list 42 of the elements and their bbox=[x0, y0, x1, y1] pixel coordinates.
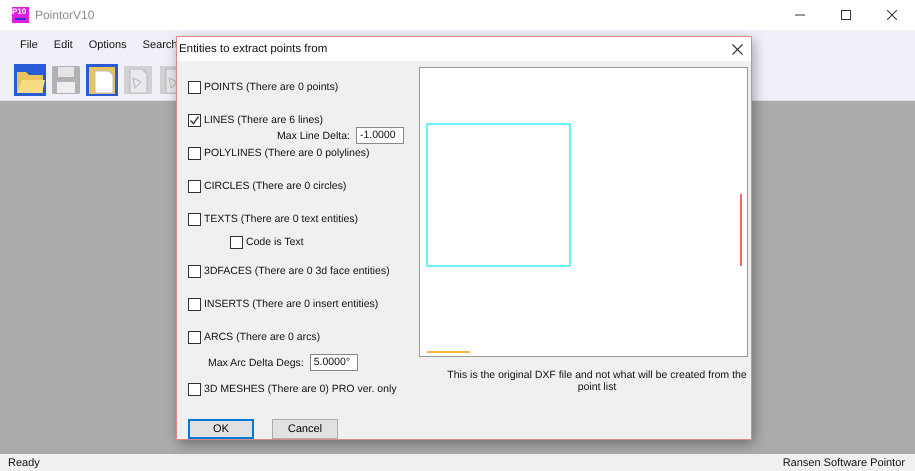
checkbox-label: Code is Text bbox=[246, 236, 304, 248]
menu-item[interactable]: Options bbox=[80, 39, 135, 51]
checkbox[interactable] bbox=[188, 114, 201, 126]
checkbox[interactable] bbox=[188, 212, 201, 226]
checkbox-label: INSERTS (There are 0 insert entities) bbox=[204, 298, 378, 310]
close-icon[interactable] bbox=[732, 44, 743, 54]
input-field[interactable]: 5.0000° bbox=[310, 354, 358, 371]
vertical-line bbox=[740, 194, 742, 266]
status-text: Ransen Software Pointor bbox=[782, 456, 905, 468]
checkbox[interactable] bbox=[230, 236, 243, 248]
checkbox[interactable] bbox=[188, 382, 201, 396]
checkbox-label: 3D MESHES (There are 0) PRO ver. only bbox=[204, 383, 397, 395]
checkbox[interactable] bbox=[188, 264, 201, 278]
dialog-title: Entities to extract points from bbox=[179, 43, 328, 55]
field-label: Max Line Delta: bbox=[277, 130, 350, 142]
dialog-button[interactable]: OK bbox=[188, 419, 254, 439]
checkbox-label: 3DFACES (There are 0 3d face entities) bbox=[204, 265, 390, 277]
folder-icon[interactable] bbox=[14, 64, 46, 96]
horizontal-line bbox=[427, 351, 470, 353]
checkbox[interactable] bbox=[188, 330, 201, 344]
menu-item[interactable]: File bbox=[12, 39, 46, 51]
window-title: PointorV10 bbox=[35, 8, 94, 22]
preview-caption: This is the original DXF file and not what will be created from the point list bbox=[447, 369, 747, 393]
checkbox[interactable] bbox=[188, 298, 201, 310]
clipboard-icon[interactable] bbox=[86, 64, 118, 96]
menu-item[interactable]: Edit bbox=[46, 39, 81, 51]
field-label: Max Arc Delta Degs: bbox=[208, 356, 304, 368]
maximize-icon[interactable] bbox=[841, 10, 851, 20]
checkbox[interactable] bbox=[188, 180, 201, 192]
checkbox-label: TEXTS (There are 0 text entities) bbox=[204, 213, 358, 225]
checkbox-label: POINTS (There are 0 points) bbox=[204, 81, 338, 93]
checkbox[interactable] bbox=[188, 80, 201, 94]
close-icon[interactable] bbox=[887, 10, 897, 20]
input-field[interactable]: -1.0000 bbox=[356, 127, 404, 144]
status-text: Ready bbox=[8, 456, 40, 468]
app-logo-icon: P10 bbox=[12, 7, 29, 23]
checkbox-label: POLYLINES (There are 0 polylines) bbox=[204, 147, 370, 159]
checkbox-label: CIRCLES (There are 0 circles) bbox=[204, 180, 346, 192]
checkbox-label: LINES (There are 6 lines) bbox=[204, 114, 324, 126]
checkbox[interactable] bbox=[188, 146, 201, 160]
dialog-button[interactable]: Cancel bbox=[272, 419, 338, 439]
checkbox-label: ARCS (There are 0 arcs) bbox=[204, 331, 320, 343]
